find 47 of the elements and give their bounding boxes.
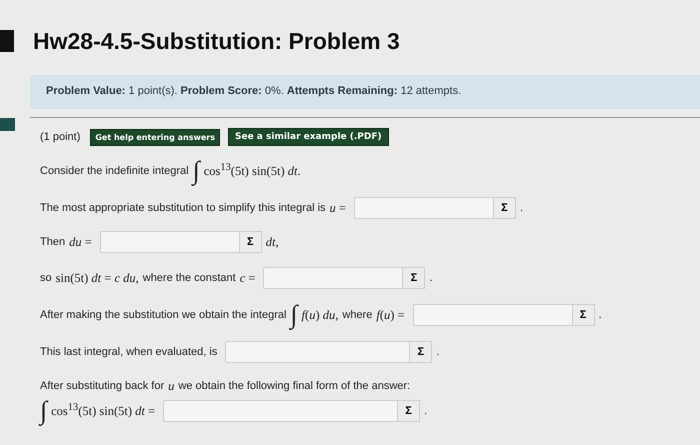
section-marker	[0, 118, 15, 131]
question-text: .	[436, 346, 440, 358]
answer-field[interactable]	[263, 267, 404, 289]
title-marker	[0, 30, 14, 52]
question-text: .	[424, 405, 428, 417]
math-expression: f(u) du,	[302, 308, 338, 322]
equation-editor-button[interactable]: Σ	[398, 400, 420, 422]
equation-editor-button[interactable]: Σ	[240, 231, 262, 253]
math-expression: du =	[69, 234, 92, 250]
question-text: .	[520, 202, 524, 214]
question-text: Consider the indefinite integral	[40, 165, 189, 177]
question-text: where	[342, 309, 372, 321]
help-button[interactable]: Get help entering answers	[90, 128, 220, 146]
question-text: we obtain the following final form of the answer:	[178, 380, 410, 392]
math-expression: dt,	[266, 234, 279, 250]
answer-field[interactable]	[225, 341, 410, 363]
math-expression: u	[168, 378, 174, 394]
equation-editor-button[interactable]: Σ	[494, 197, 516, 219]
equation-editor-button[interactable]: Σ	[410, 341, 432, 363]
answer-field[interactable]	[100, 231, 240, 253]
question-text: .	[598, 309, 602, 321]
point-value: (1 point)	[40, 131, 80, 143]
integral-sign: ∫	[290, 302, 298, 328]
question-text: so	[40, 272, 52, 284]
integral-sign: ∫	[192, 158, 200, 184]
question-text: where the constant	[142, 272, 236, 284]
question-text: After substituting back for	[40, 380, 164, 392]
question-text: Then	[40, 236, 66, 248]
integral-sign: ∫	[40, 398, 48, 424]
math-expression: c =	[240, 270, 256, 286]
math-expression: f(u) =	[376, 308, 405, 322]
help-button[interactable]: See a similar example (.PDF)	[228, 128, 389, 146]
question-text: This last integral, when evaluated, is	[40, 346, 218, 358]
answer-field[interactable]	[412, 304, 573, 326]
answer-field[interactable]	[354, 197, 494, 219]
question-text: The most appropriate substitution to simplify this integral is	[40, 202, 326, 214]
math-expression: cos$^{13}$(5t) sin(5t) dt =	[51, 402, 156, 420]
math-expression: sin(5t) dt = c du,	[56, 270, 139, 286]
answer-field[interactable]	[163, 400, 398, 422]
page-title: Hw28-4.5-Substitution: Problem 3	[33, 28, 400, 54]
equation-editor-button[interactable]: Σ	[572, 304, 595, 326]
math-expression: cos$^{13}$(5t) sin(5t) dt.	[204, 162, 301, 180]
info-bar: Problem Value: 1 point(s). Problem Score: 0%. Attempts Remaining: 12 attempts.	[30, 75, 700, 109]
question-text: After making the substitution we obtain the integral	[40, 309, 286, 321]
question-text: .	[429, 272, 433, 284]
equation-editor-button[interactable]: Σ	[403, 267, 426, 289]
math-expression: u =	[330, 200, 346, 216]
